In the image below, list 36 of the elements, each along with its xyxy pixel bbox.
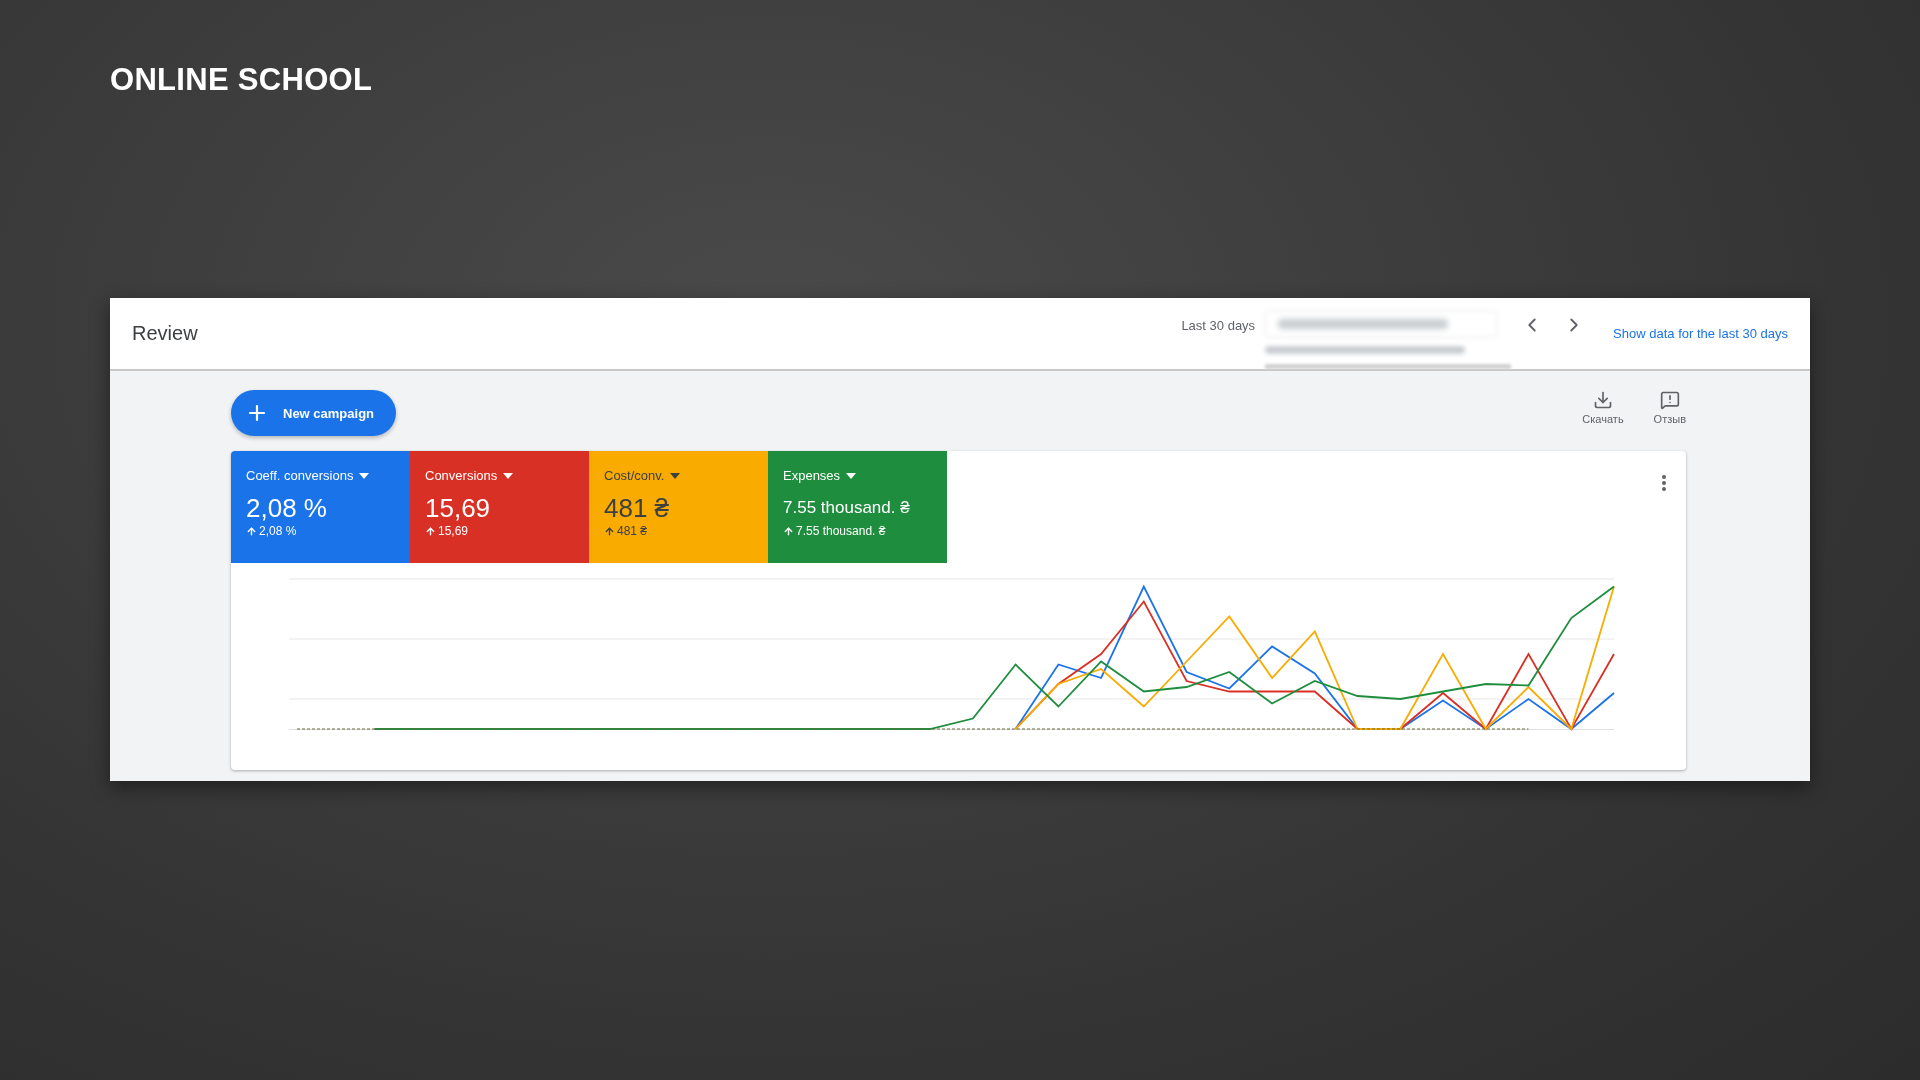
feedback-icon: [1659, 390, 1680, 410]
dropdown-caret-icon: [503, 472, 514, 479]
metric-value: 7.55 thousand. ₴: [783, 497, 911, 519]
last-30-days-link[interactable]: Show data for the last 30 days: [1613, 326, 1788, 341]
new-campaign-button[interactable]: New campaign: [231, 390, 397, 436]
metric-tile[interactable]: Conversions 15,69 15,69: [410, 451, 589, 563]
date-range-field[interactable]: [1265, 310, 1498, 338]
metric-change: 2,08 %: [259, 524, 297, 538]
arrow-up-icon: [246, 525, 257, 537]
feedback-button[interactable]: Отзыв: [1653, 390, 1686, 425]
metric-change: 15,69: [438, 524, 469, 538]
metric-label: Cost/conv.: [604, 468, 753, 483]
download-button[interactable]: Скачать: [1582, 390, 1624, 425]
dropdown-caret-icon: [670, 472, 681, 479]
arrow-up-icon: [783, 525, 794, 537]
more-options-button[interactable]: [1662, 475, 1666, 491]
page-title: Review: [132, 322, 199, 345]
metric-label: Expenses: [783, 468, 932, 483]
metric-tile[interactable]: Expenses 7.55 thousand. ₴ 7.55 thousand. ₴: [768, 451, 947, 563]
metric-value: 2,08 %: [246, 493, 328, 523]
arrow-up-icon: [604, 525, 615, 537]
slide-title: ONLINE SCHOOL: [110, 62, 374, 98]
metric-tile[interactable]: Cost/conv. 481 ₴ 481 ₴: [589, 451, 768, 563]
metric-label: Conversions: [425, 468, 574, 483]
metric-change: 7.55 thousand. ₴: [796, 524, 886, 538]
date-range-label: Last 30 days: [1181, 318, 1256, 333]
more-vertical-icon: [1662, 475, 1666, 491]
download-icon: [1593, 390, 1613, 410]
dropdown-caret-icon: [359, 472, 370, 479]
metric-label: Coeff. conversions: [246, 468, 395, 483]
metric-value: 481 ₴: [604, 493, 671, 523]
dropdown-caret-icon: [846, 472, 857, 479]
metric-value: 15,69: [425, 493, 492, 523]
metric-change: 481 ₴: [617, 524, 648, 538]
arrow-up-icon: [425, 525, 436, 537]
metric-tile[interactable]: Coeff. conversions 2,08 % 2,08 %: [231, 451, 410, 563]
